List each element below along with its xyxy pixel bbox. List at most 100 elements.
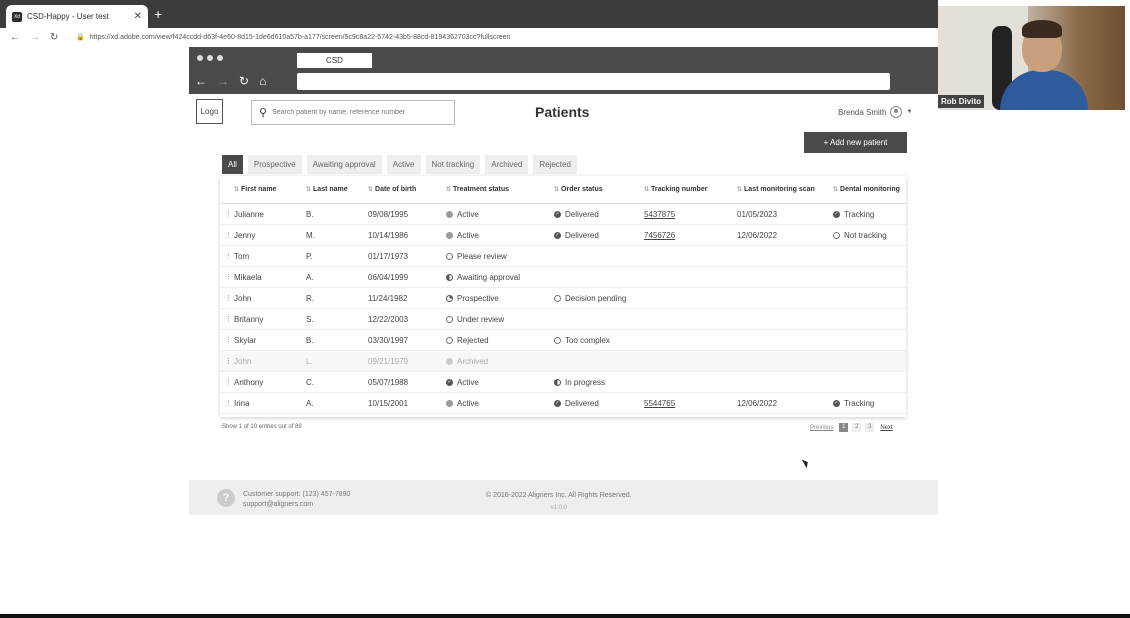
last-name-cell: A. xyxy=(306,398,314,408)
home-icon[interactable]: ⌂ xyxy=(259,74,266,88)
first-name-cell: John xyxy=(234,356,252,366)
table-body: ⋮ Julianne B. 09/08/1995 Active ✓ Delivered 543… xyxy=(220,204,906,414)
filter-tab-rejected[interactable]: Rejected xyxy=(533,155,577,174)
filter-tab-awaiting-approval[interactable]: Awaiting approval xyxy=(306,155,382,174)
column-header-order-status[interactable]: ⇅ Order status xyxy=(554,186,644,193)
add-new-patient-button[interactable]: + Add new patient xyxy=(804,132,907,153)
column-header-last-monitoring-scan[interactable]: ⇅ Last monitoring scan xyxy=(737,186,833,193)
filter-tab-archived[interactable]: Archived xyxy=(485,155,529,174)
column-header-dental-monitoring[interactable]: ⇅ Dental monitoring xyxy=(833,186,906,193)
row-menu-icon[interactable]: ⋮ xyxy=(220,315,234,323)
entries-info: Show 1 of 10 entries out of 89 xyxy=(222,424,302,430)
row-menu-icon[interactable]: ⋮ xyxy=(220,336,234,344)
filter-tab-not-tracking[interactable]: Not tracking xyxy=(425,155,481,174)
page-title: Patients xyxy=(535,104,590,120)
back-icon[interactable]: ← xyxy=(10,32,30,43)
lock-icon[interactable]: 🔒 xyxy=(76,33,85,41)
table-row[interactable]: ⋮ Jenny M. 10/14/1986 Active ✓ Delivered 745672… xyxy=(220,225,906,246)
tracking-number-cell[interactable]: 5544765 xyxy=(644,399,737,408)
row-menu-icon[interactable]: ⋮ xyxy=(220,378,234,386)
row-menu-icon[interactable]: ⋮ xyxy=(220,210,234,218)
table-row[interactable]: ⋮ Britanny S. 12/22/2003 Under review xyxy=(220,309,906,330)
table-row[interactable]: ⋮ Tom P. 01/17/1973 Please review xyxy=(220,246,906,267)
forward-icon[interactable]: → xyxy=(217,74,229,88)
first-name-cell: Irina xyxy=(234,398,250,408)
help-icon[interactable]: ? xyxy=(217,489,235,507)
window-dot-icon[interactable] xyxy=(197,55,203,61)
dob-cell: 10/14/1986 xyxy=(368,230,409,240)
forward-icon[interactable]: → xyxy=(30,32,50,43)
dob-cell: 09/21/1979 xyxy=(368,356,409,366)
row-menu-icon[interactable]: ⋮ xyxy=(220,273,234,281)
tracking-number-cell[interactable]: 7456726 xyxy=(644,231,737,240)
row-menu-icon[interactable]: ⋮ xyxy=(220,294,234,302)
support-info: Customer support: (123) 457-7890 support… xyxy=(243,490,350,510)
page-button[interactable]: 1 xyxy=(839,423,849,432)
sort-icon: ⇅ xyxy=(234,187,240,193)
page-button[interactable]: 2 xyxy=(852,423,862,432)
browser-tab[interactable]: Xd CSD-Happy - User test ✕ xyxy=(6,5,148,28)
treatment-status-cell-ring-icon xyxy=(446,315,453,323)
table-row[interactable]: ⋮ Skylar B. 03/30/1997 Rejected Too complex xyxy=(220,330,906,351)
reload-icon[interactable]: ↻ xyxy=(50,32,70,43)
search-box[interactable]: ⚲ xyxy=(251,100,455,125)
last-name-cell: A. xyxy=(306,272,314,282)
previous-page-link[interactable]: Previous xyxy=(810,425,833,431)
sort-icon: ⇅ xyxy=(833,187,839,193)
tracking-number-cell[interactable]: 5437875 xyxy=(644,210,737,219)
search-input[interactable] xyxy=(272,109,443,116)
sort-icon: ⇅ xyxy=(306,187,312,193)
dob-cell: 10/15/2001 xyxy=(368,398,409,408)
table-row[interactable]: ⋮ Julianne B. 09/08/1995 Active ✓ Delivered 543… xyxy=(220,204,906,225)
prototype-address-bar[interactable] xyxy=(297,73,890,90)
window-dot-icon[interactable] xyxy=(217,55,223,61)
treatment-status-cell-label: Active xyxy=(457,230,479,240)
user-menu[interactable]: Brenda Smith ▼ xyxy=(838,106,912,118)
table-row[interactable]: ⋮ Mikaela A. 06/04/1999 Awaiting approval xyxy=(220,267,906,288)
table-row[interactable]: ⋮ John L. 09/21/1979 Archived xyxy=(220,351,906,372)
column-header-first-name[interactable]: ⇅ First name xyxy=(234,186,306,193)
column-header-last-name[interactable]: ⇅ Last name xyxy=(306,186,368,193)
order-status-cell: ✓ Delivered xyxy=(554,399,644,408)
table-row[interactable]: ⋮ John R. 11/24/1982 Prospective Decision pen… xyxy=(220,288,906,309)
column-header-tracking-number[interactable]: ⇅ Tracking number xyxy=(644,186,737,193)
copyright: © 2016-2022 Aligners Inc. All Rights Res… xyxy=(486,490,632,514)
page-button[interactable]: 3 xyxy=(865,423,875,432)
table-row[interactable]: ⋮ Anthony C. 05/07/1988 ✓ Active In progress xyxy=(220,372,906,393)
logo[interactable]: Logo xyxy=(196,99,223,124)
prototype-tab[interactable]: CSD xyxy=(297,53,372,68)
window-dot-icon[interactable] xyxy=(207,55,213,61)
row-menu-icon[interactable]: ⋮ xyxy=(220,231,234,239)
last-scan-cell: 12/06/2022 xyxy=(737,230,778,240)
filter-tab-prospective[interactable]: Prospective xyxy=(247,155,302,174)
last-scan-cell: 12/06/2022 xyxy=(737,398,778,408)
row-menu-icon[interactable]: ⋮ xyxy=(220,399,234,407)
dob-cell: 12/22/2003 xyxy=(368,314,409,324)
dob-cell: 01/17/1973 xyxy=(368,251,409,261)
table-row[interactable]: ⋮ Irina A. 10/15/2001 Active ✓ Delivered 554476… xyxy=(220,393,906,414)
row-menu-icon[interactable]: ⋮ xyxy=(220,357,234,365)
back-icon[interactable]: ← xyxy=(195,74,207,88)
next-page-link[interactable]: Next xyxy=(880,425,892,431)
search-icon: ⚲ xyxy=(259,107,268,119)
column-header-treatment-status[interactable]: ⇅ Treatment status xyxy=(446,186,554,193)
filter-tab-all[interactable]: All xyxy=(222,155,243,174)
window-controls xyxy=(197,55,223,61)
browser-tab-title: CSD-Happy - User test xyxy=(27,12,109,21)
column-header-date-of-birth[interactable]: ⇅ Date of birth xyxy=(368,186,446,193)
dental-monitoring-cell-ring-icon xyxy=(833,231,840,239)
treatment-status-cell-ring-icon xyxy=(446,336,453,344)
treatment-status-cell: Active xyxy=(446,210,554,219)
new-tab-icon[interactable]: + xyxy=(154,7,162,21)
filter-tab-active[interactable]: Active xyxy=(386,155,421,174)
support-email[interactable]: support@aligners.com xyxy=(243,500,350,510)
order-status-cell: In progress xyxy=(554,378,644,387)
row-menu-icon[interactable]: ⋮ xyxy=(220,252,234,260)
treatment-status-cell-dot-icon xyxy=(446,357,453,365)
reload-icon[interactable]: ↻ xyxy=(239,74,249,88)
treatment-status-cell: Please review xyxy=(446,252,554,261)
close-tab-icon[interactable]: ✕ xyxy=(134,11,142,22)
dental-monitoring-cell-label: Tracking xyxy=(844,398,875,408)
address-url[interactable]: https://xd.adobe.com/view/f424ccdd-d63f-… xyxy=(90,34,511,41)
order-status-cell-check-icon: ✓ xyxy=(554,210,561,218)
